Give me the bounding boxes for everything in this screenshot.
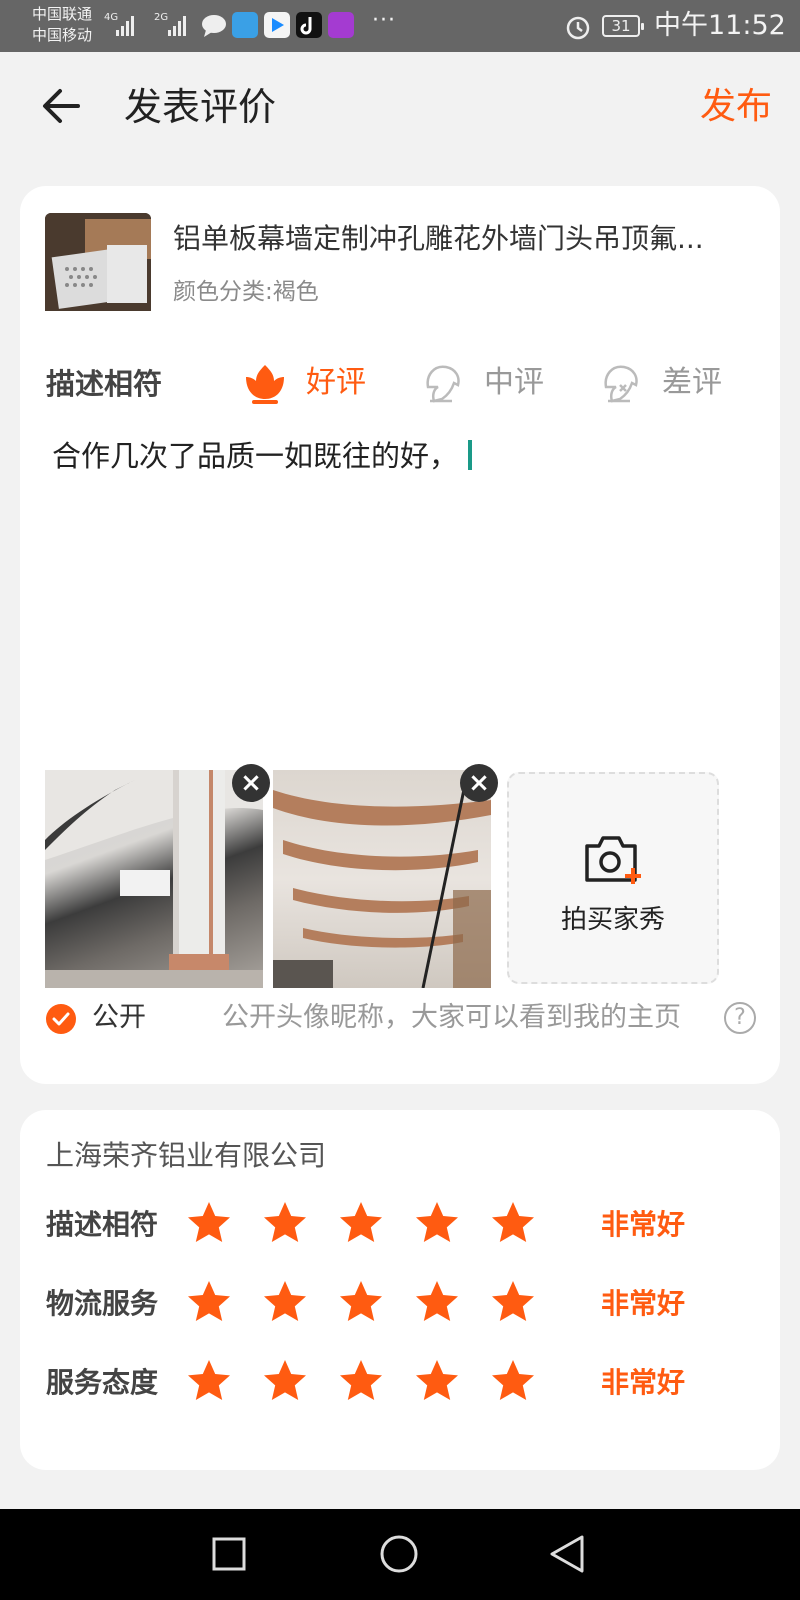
rating-neutral-option[interactable]: 中评 xyxy=(422,358,544,408)
delete-photo-2-icon[interactable]: × xyxy=(460,764,498,802)
star-icon[interactable] xyxy=(262,1279,308,1325)
review-photo-2[interactable] xyxy=(273,770,491,988)
review-textarea[interactable]: 合作几次了品质一如既往的好， xyxy=(52,436,473,476)
score-row-logistics: 物流服务 非常好 xyxy=(46,1279,756,1329)
star-icon[interactable] xyxy=(338,1358,384,1404)
tiktok-icon xyxy=(296,12,322,38)
rating-label: 描述相符 xyxy=(46,367,163,401)
recent-apps-icon[interactable] xyxy=(212,1537,246,1571)
score-label: 物流服务 xyxy=(46,1287,159,1320)
review-photo-1[interactable] xyxy=(45,770,263,988)
rating-bad-option[interactable]: 差评 xyxy=(600,358,722,408)
checkmark-icon xyxy=(52,1012,70,1026)
star-icon[interactable] xyxy=(262,1358,308,1404)
score-label: 描述相符 xyxy=(46,1208,159,1241)
star-rating[interactable] xyxy=(186,1200,536,1246)
star-icon[interactable] xyxy=(338,1200,384,1246)
signal-1-icon xyxy=(116,12,134,36)
status-bar: 中国联通 中国移动 4G 2G ··· 31 中午11:52 xyxy=(0,0,800,52)
back-arrow-icon[interactable] xyxy=(40,86,82,126)
rating-good-option[interactable]: 好评 xyxy=(244,358,366,408)
rating-good-label: 好评 xyxy=(306,365,366,400)
app-notification-icon xyxy=(232,12,258,38)
music-app-icon xyxy=(328,12,354,38)
public-description: 公开头像昵称，大家可以看到我的主页 xyxy=(222,1002,681,1033)
star-rating[interactable] xyxy=(186,1358,536,1404)
score-label: 服务态度 xyxy=(46,1366,159,1399)
page-title: 发表评价 xyxy=(124,85,277,129)
camera-add-icon xyxy=(585,836,641,884)
carrier-2: 中国移动 xyxy=(32,26,93,44)
score-row-service: 服务态度 非常好 xyxy=(46,1358,756,1408)
star-icon[interactable] xyxy=(490,1358,536,1404)
alarm-icon xyxy=(566,16,590,40)
add-photo-button[interactable]: 拍买家秀 xyxy=(507,772,719,984)
help-icon[interactable]: ? xyxy=(724,1002,756,1034)
star-icon[interactable] xyxy=(414,1358,460,1404)
rating-bad-label: 差评 xyxy=(662,365,722,400)
rating-neutral-label: 中评 xyxy=(484,365,544,400)
text-caret xyxy=(468,440,473,470)
star-icon[interactable] xyxy=(490,1279,536,1325)
good-rating-icon xyxy=(246,365,284,404)
delete-photo-1-icon[interactable]: × xyxy=(232,764,270,802)
back-nav-icon[interactable] xyxy=(548,1534,586,1574)
shop-score-card: 上海荣齐铝业有限公司 描述相符 非常好 物流服务 非常好 服务态度 非常好 xyxy=(20,1110,780,1470)
more-notifications-icon: ··· xyxy=(372,8,396,33)
score-value: 非常好 xyxy=(601,1287,686,1320)
add-photo-label: 拍买家秀 xyxy=(560,905,665,935)
signal-2-icon xyxy=(168,12,186,36)
product-sku: 颜色分类:褐色 xyxy=(173,279,319,305)
star-rating[interactable] xyxy=(186,1279,536,1325)
review-card: 铝单板幕墙定制冲孔雕花外墙门头吊顶氟... 颜色分类:褐色 描述相符 好评 中评… xyxy=(20,186,780,1084)
carrier-info: 中国联通 中国移动 xyxy=(32,4,92,46)
star-icon[interactable] xyxy=(262,1200,308,1246)
score-row-description: 描述相符 非常好 xyxy=(46,1200,756,1250)
shop-name: 上海荣齐铝业有限公司 xyxy=(46,1139,327,1172)
star-icon[interactable] xyxy=(490,1200,536,1246)
battery-icon: 31 xyxy=(602,15,644,37)
message-icon xyxy=(202,15,226,37)
star-icon[interactable] xyxy=(338,1279,384,1325)
video-app-icon xyxy=(264,12,290,38)
review-text: 合作几次了品质一如既往的好， xyxy=(52,439,459,473)
neutral-rating-icon xyxy=(426,365,460,403)
bad-rating-icon xyxy=(604,365,638,403)
nav-bar: 发表评价 发布 xyxy=(0,52,800,162)
product-thumbnail xyxy=(45,213,151,311)
publish-button[interactable]: 发布 xyxy=(700,82,772,132)
system-nav-bar xyxy=(0,1509,800,1600)
home-icon[interactable] xyxy=(379,1534,419,1574)
network-2g-label: 2G xyxy=(154,12,169,23)
carrier-1: 中国联通 xyxy=(32,5,93,23)
star-icon[interactable] xyxy=(186,1358,232,1404)
score-value: 非常好 xyxy=(601,1366,686,1399)
product-name: 铝单板幕墙定制冲孔雕花外墙门头吊顶氟... xyxy=(173,222,704,255)
public-checkbox[interactable] xyxy=(46,1004,76,1034)
public-label: 公开 xyxy=(92,1002,146,1033)
star-icon[interactable] xyxy=(414,1200,460,1246)
star-icon[interactable] xyxy=(186,1279,232,1325)
score-value: 非常好 xyxy=(601,1208,686,1241)
star-icon[interactable] xyxy=(186,1200,232,1246)
star-icon[interactable] xyxy=(414,1279,460,1325)
status-time: 中午11:52 xyxy=(654,10,786,41)
